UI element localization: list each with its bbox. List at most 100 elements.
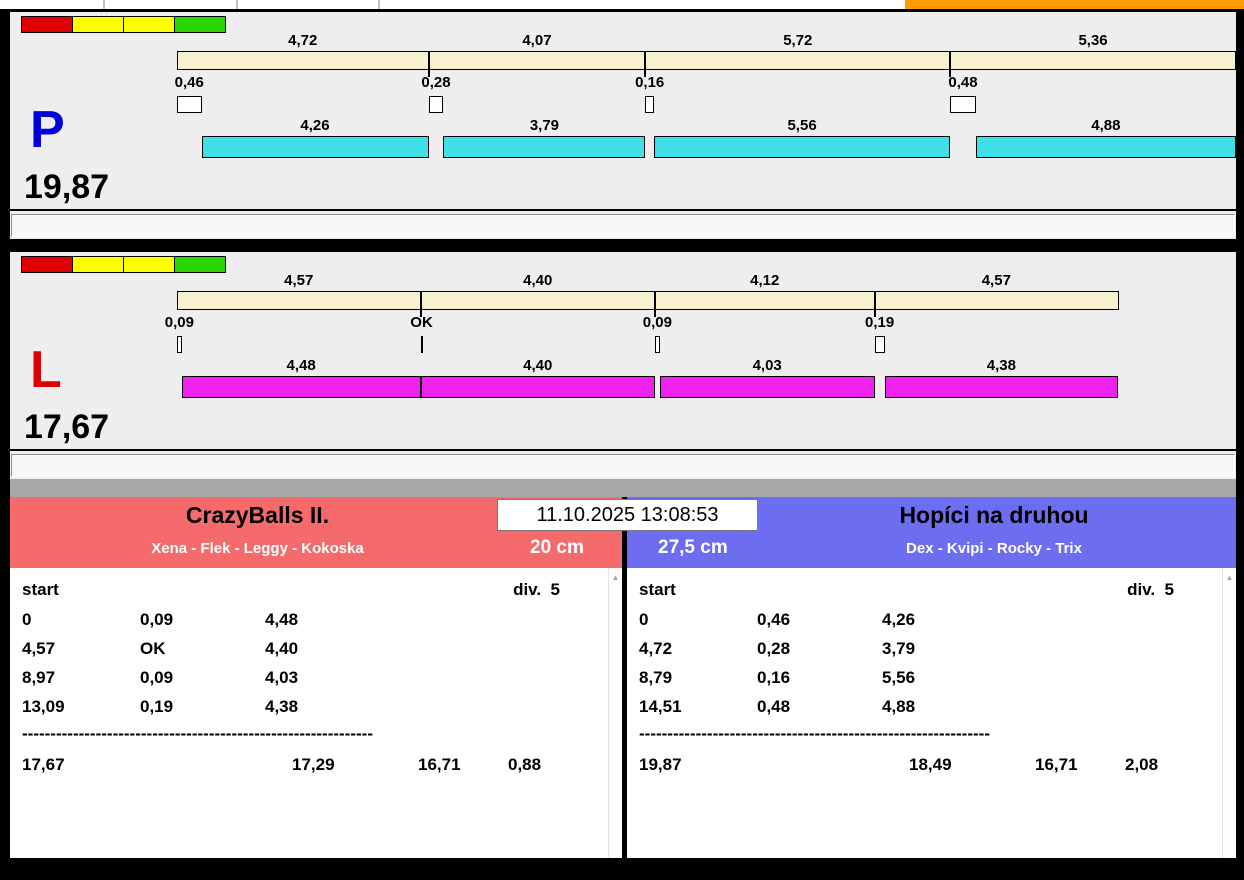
separator-line: ----------------------------------------…	[22, 724, 373, 743]
division-label: div. 5	[513, 580, 560, 599]
table-row: 13,09 0,19 4,38	[10, 697, 608, 723]
dog-run-label: 4,38	[986, 357, 1016, 374]
table-header-row: start div. 5	[10, 580, 608, 606]
table-header-row: start div. 5	[627, 580, 1222, 606]
separator-row: ----------------------------------------…	[10, 724, 608, 750]
lane-divider-left	[10, 449, 1236, 451]
sum-of-run-times: 17,29	[292, 755, 335, 774]
team-members: Xena - Flek - Leggy - Kokoska	[151, 540, 364, 557]
dog-run-bar	[181, 376, 421, 398]
split-time-label: 5,36	[1078, 32, 1108, 49]
table-row: 0 0,09 4,48	[10, 610, 608, 636]
totals-row: 19,87 18,49 16,71 2,08	[627, 755, 1222, 781]
separator-row: ----------------------------------------…	[627, 724, 1222, 750]
change-loss-label: 0,09	[642, 314, 672, 331]
run-time: 4,03	[265, 668, 299, 687]
table-body: start div. 5 0 0,46 4,26 4,72 0,28 3,79 8,79 0,16…	[627, 568, 1222, 858]
lane-panel-left: 4,57 0,09 4,48 4,40 OK 4,40 4,12 0,09 4,03 4,57 0,…	[10, 252, 1236, 479]
dog-run-label: 3,79	[529, 117, 560, 134]
sum-of-run-times: 18,49	[909, 755, 952, 774]
change-loss-label: 0,28	[421, 74, 451, 91]
start-label: start	[22, 580, 59, 599]
change-loss-box	[655, 336, 660, 353]
dog-run-label: 4,26	[300, 117, 330, 134]
time-difference: 0,88	[508, 755, 542, 774]
dog-run-bar	[659, 376, 875, 398]
orange-accent	[905, 0, 1244, 9]
change-loss: 0,09	[140, 610, 174, 629]
split-time-label: 4,57	[981, 272, 1011, 289]
cumulative-time: 4,57	[22, 639, 56, 658]
lane-status-strip-left	[11, 454, 1235, 477]
race-display-window: 4,72 0,46 4,26 4,07 0,28 3,79 5,72 0,16 5,56 5,36…	[0, 0, 1244, 880]
cumulative-time: 4,72	[639, 639, 673, 658]
table-row: 0 0,46 4,26	[627, 610, 1222, 636]
dog-run-bar	[443, 136, 646, 158]
team-name: Hopíci na druhou	[899, 502, 1089, 528]
cumulative-time: 14,51	[639, 697, 682, 716]
split-time-label: 4,57	[284, 272, 314, 289]
background-tab-divider	[236, 0, 238, 9]
run-time: 4,26	[882, 610, 916, 629]
table-row: 8,97 0,09 4,03	[10, 668, 608, 694]
table-scrollbar[interactable]: ▲	[1222, 568, 1236, 858]
change-loss: 0,09	[140, 668, 174, 687]
change-loss-label: 0,46	[174, 74, 204, 91]
split-time-label: 4,12	[750, 272, 780, 289]
change-loss-box	[428, 96, 444, 113]
change-loss-label: 0,16	[635, 74, 665, 91]
cumulative-time: 13,09	[22, 697, 65, 716]
timing-track-left: 4,57 0,09 4,48 4,40 OK 4,40 4,12 0,09 4,03 4,57 0,…	[10, 252, 1236, 479]
change-loss: 0,19	[140, 697, 174, 716]
change-loss-box	[645, 96, 654, 113]
change-loss: 0,46	[757, 610, 791, 629]
cumulative-time: 0	[22, 610, 32, 629]
best-time: 16,71	[418, 755, 461, 774]
cumulative-time: 8,97	[22, 668, 56, 687]
change-loss: OK	[140, 639, 166, 658]
section-divider-strip	[10, 479, 1236, 497]
scroll-up-icon[interactable]: ▲	[609, 568, 622, 582]
lane-letter-right: P	[30, 101, 65, 159]
race-timestamp: 11.10.2025 13:08:53	[497, 499, 758, 531]
split-time-label: 5,72	[783, 32, 813, 49]
dog-run-bar	[884, 376, 1119, 398]
run-time: 3,79	[882, 639, 916, 658]
change-loss: 0,16	[757, 668, 791, 687]
totals-row: 17,67 17,29 16,71 0,88	[10, 755, 608, 781]
lane-letter-left: L	[30, 341, 62, 399]
dog-run-bar	[201, 136, 429, 158]
table-row: 14,51 0,48 4,88	[627, 697, 1222, 723]
change-loss-label: OK	[410, 314, 433, 331]
change-loss-label: 0,48	[948, 74, 978, 91]
run-time: 4,88	[882, 697, 916, 716]
change-loss-box	[177, 96, 202, 113]
scroll-up-icon[interactable]: ▲	[1223, 568, 1236, 582]
lane-status-strip-right	[11, 214, 1235, 237]
best-time: 16,71	[1035, 755, 1078, 774]
change-loss-box	[950, 96, 976, 113]
background-tab-divider	[103, 0, 105, 9]
change-loss-label: 0,09	[164, 314, 194, 331]
table-row: 4,72 0,28 3,79	[627, 639, 1222, 665]
run-time: 4,38	[265, 697, 299, 716]
dog-run-label: 5,56	[787, 117, 817, 134]
time-difference: 2,08	[1125, 755, 1159, 774]
dog-run-bar	[653, 136, 951, 158]
change-loss: 0,48	[757, 697, 791, 716]
change-loss: 0,28	[757, 639, 791, 658]
split-time-label: 4,72	[288, 32, 318, 49]
total-time: 19,87	[639, 755, 682, 774]
split-time-label: 4,07	[522, 32, 552, 49]
change-loss-box	[874, 336, 885, 353]
table-scrollbar[interactable]: ▲	[608, 568, 622, 858]
split-time-label: 4,40	[523, 272, 553, 289]
dog-run-bar	[975, 136, 1236, 158]
team-panel-left: CrazyBalls II. Xena - Flek - Leggy - Kok…	[10, 497, 622, 858]
change-loss-label: 0,19	[865, 314, 895, 331]
background-tab-divider	[378, 0, 380, 9]
bottom-black-band	[0, 862, 1244, 880]
jump-height-label: 27,5 cm	[658, 537, 728, 558]
team-results-table-left: start div. 5 0 0,09 4,48 4,57 OK 4,40 8,97 0,09 4,…	[10, 568, 622, 858]
team-members: Dex - Kvipi - Rocky - Trix	[906, 540, 1082, 557]
